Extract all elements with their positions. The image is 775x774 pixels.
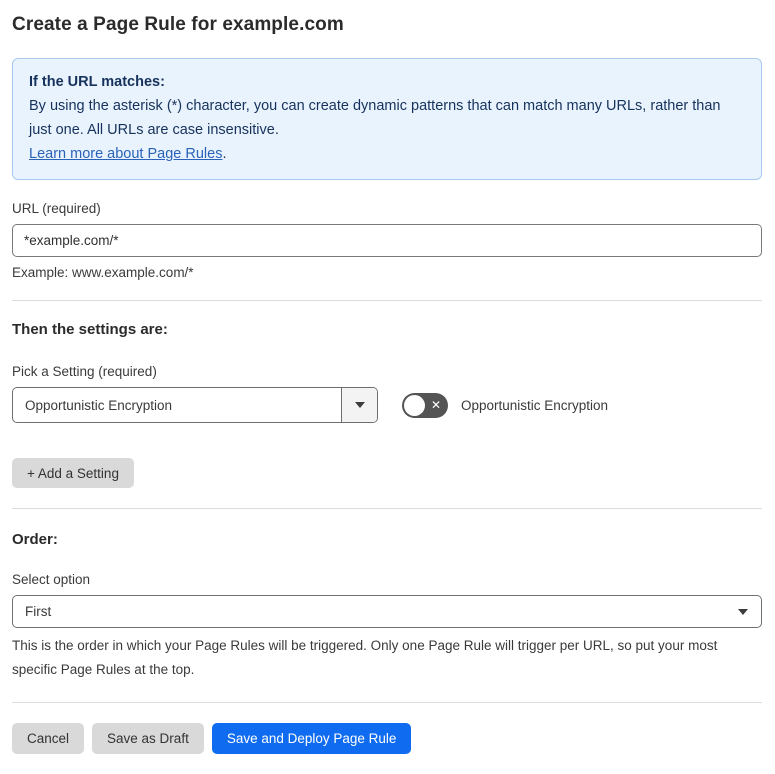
setting-select[interactable]: Opportunistic Encryption	[12, 387, 378, 423]
order-select[interactable]: First	[12, 595, 762, 628]
divider	[12, 300, 762, 301]
setting-select-value: Opportunistic Encryption	[25, 397, 173, 413]
url-input[interactable]	[12, 224, 762, 257]
pick-setting-label: Pick a Setting (required)	[12, 364, 157, 379]
link-suffix: .	[222, 146, 227, 162]
order-section-heading: Order:	[12, 531, 58, 548]
setting-row: Opportunistic Encryption ✕ Opportunistic…	[12, 387, 762, 423]
footer-actions: Cancel Save as Draft Save and Deploy Pag…	[12, 723, 762, 754]
divider	[12, 702, 762, 703]
cancel-button[interactable]: Cancel	[12, 723, 85, 754]
save-and-deploy-button[interactable]: Save and Deploy Page Rule	[211, 723, 412, 754]
learn-more-link[interactable]: Learn more about Page Rules	[29, 146, 222, 162]
divider	[12, 508, 762, 509]
chevron-down-icon	[354, 402, 365, 408]
add-setting-button[interactable]: + Add a Setting	[12, 458, 134, 488]
chevron-down-icon	[738, 608, 748, 615]
order-select-label: Select option	[12, 572, 91, 587]
setting-select-arrow-button[interactable]	[341, 388, 377, 422]
url-example-text: Example: www.example.com/*	[12, 265, 194, 280]
opportunistic-encryption-toggle[interactable]: ✕	[402, 392, 448, 418]
opportunistic-encryption-toggle-group: ✕ Opportunistic Encryption	[402, 392, 609, 418]
save-as-draft-button[interactable]: Save as Draft	[92, 723, 204, 754]
url-match-info-box: If the URL matches: By using the asteris…	[12, 58, 762, 180]
order-select-arrow	[738, 596, 761, 627]
page-title: Create a Page Rule for example.com	[12, 14, 344, 35]
url-field-label: URL (required)	[12, 201, 101, 216]
order-select-value: First	[25, 604, 52, 619]
info-box-heading: If the URL matches:	[29, 74, 165, 90]
create-page-rule-form: Create a Page Rule for example.com If th…	[0, 0, 775, 774]
info-box-body: By using the asterisk (*) character, you…	[29, 98, 721, 138]
order-help-text: This is the order in which your Page Rul…	[12, 638, 718, 677]
info-box-link-line: Learn more about Page Rules.	[29, 142, 745, 166]
toggle-off-x-icon: ✕	[430, 397, 441, 412]
settings-section-heading: Then the settings are:	[12, 321, 168, 338]
toggle-label: Opportunistic Encryption	[461, 397, 609, 413]
toggle-knob	[404, 394, 425, 416]
